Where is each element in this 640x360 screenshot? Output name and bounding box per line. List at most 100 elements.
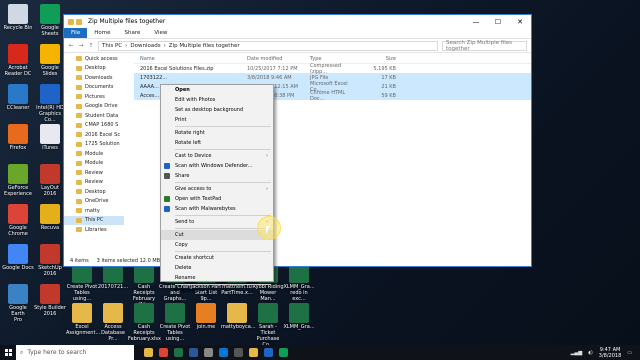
clock[interactable]: 9:47 AM 3/8/2018 xyxy=(599,347,621,359)
start-button[interactable] xyxy=(0,345,16,360)
nav-item[interactable]: 1725 Solution xyxy=(64,140,124,150)
taskbar-app-icon[interactable] xyxy=(234,348,243,357)
nav-item[interactable]: 2016 Excel Sc xyxy=(64,130,124,140)
nav-item[interactable]: Module xyxy=(64,149,124,159)
back-arrow-icon[interactable]: ← xyxy=(68,43,74,49)
menu-item[interactable]: Cut xyxy=(161,230,273,240)
tab-file[interactable]: File xyxy=(64,28,88,38)
nav-item[interactable]: CMAP 1680 S xyxy=(64,121,124,131)
table-row[interactable]: 2016 Excel Solutions Files.zip 10/25/2017… xyxy=(134,63,531,75)
nav-item[interactable]: matty xyxy=(64,206,124,216)
menu-item[interactable]: Copy xyxy=(161,240,273,250)
search-input[interactable]: Search Zip Multiple files together xyxy=(442,40,527,52)
desktop-icon[interactable]: 20170721... xyxy=(97,263,129,290)
taskbar-app-icon[interactable] xyxy=(219,348,228,357)
menu-item[interactable]: Properties xyxy=(161,286,273,296)
column-name[interactable]: Name xyxy=(134,56,247,62)
nav-item[interactable]: Review xyxy=(64,168,124,178)
breadcrumb-root[interactable]: This PC xyxy=(102,43,122,49)
nav-item[interactable]: Libraries xyxy=(64,225,124,235)
desktop-icon[interactable]: XLMM_Gra... xyxy=(283,303,315,330)
nav-item[interactable]: Student Data xyxy=(64,111,124,121)
desktop-icon[interactable]: SketchUp 2016 xyxy=(34,244,66,277)
desktop-icon[interactable]: Google Earth Pro xyxy=(2,284,34,323)
desktop-icon[interactable]: XLMM_Gra... redo in exc... xyxy=(283,263,315,302)
notifications-icon[interactable]: ▭ xyxy=(627,350,632,356)
folder-icon[interactable] xyxy=(68,18,74,25)
menu-item[interactable]: Create shortcut xyxy=(161,253,273,263)
menu-item[interactable]: Rename xyxy=(161,273,273,283)
desktop-icon[interactable]: CCleaner xyxy=(2,84,34,111)
menu-item[interactable]: Open with TextPad xyxy=(161,194,273,204)
desktop-icon[interactable]: Google Slides xyxy=(34,44,66,77)
taskbar-app-icon[interactable] xyxy=(249,348,258,357)
desktop-icon[interactable]: LayOut 2016 xyxy=(34,164,66,197)
maximize-button[interactable]: ☐ xyxy=(487,18,509,26)
properties-icon[interactable] xyxy=(76,18,82,25)
up-arrow-icon[interactable]: ↑ xyxy=(88,43,94,49)
desktop-icon[interactable]: Google Sheets xyxy=(34,4,66,37)
tab-view[interactable]: View xyxy=(147,28,174,38)
nav-item[interactable]: Quick access xyxy=(64,54,124,64)
desktop-icon[interactable]: Intel(R) HD Graphics Co... xyxy=(34,84,66,123)
menu-item[interactable]: Share xyxy=(161,171,273,181)
desktop-icon[interactable]: Excel Assignment... xyxy=(66,303,100,336)
nav-item[interactable]: Documents xyxy=(64,83,124,93)
column-date[interactable]: Date modified xyxy=(247,56,310,62)
forward-arrow-icon[interactable]: → xyxy=(78,43,84,49)
nav-item[interactable]: This PC xyxy=(64,215,124,225)
minimize-button[interactable]: — xyxy=(465,18,487,26)
tab-home[interactable]: Home xyxy=(87,28,117,38)
menu-item[interactable]: Set as desktop background xyxy=(161,105,273,115)
network-icon[interactable]: ▂▄▆ xyxy=(571,350,583,356)
desktop-icon[interactable]: mattyboyca... xyxy=(221,303,256,330)
menu-item[interactable]: Rotate right xyxy=(161,128,273,138)
desktop-icon[interactable]: GeForce Experience xyxy=(2,164,34,197)
taskbar-app-icon[interactable] xyxy=(159,348,168,357)
taskbar-app-icon[interactable] xyxy=(189,348,198,357)
menu-item[interactable]: Give access to › xyxy=(161,184,273,194)
breadcrumb-current[interactable]: Zip Multiple files together xyxy=(169,43,240,49)
column-size[interactable]: Size xyxy=(356,56,396,62)
menu-item[interactable]: Cast to Device › xyxy=(161,151,273,161)
desktop-icon[interactable]: Recycle Bin xyxy=(2,4,34,31)
desktop-icon[interactable]: Sarah - Ticket Purchase Co... xyxy=(252,303,284,348)
desktop-icon[interactable]: Style Builder 2016 xyxy=(34,284,66,317)
nav-item[interactable]: Desktop xyxy=(64,187,124,197)
nav-item[interactable]: OneDrive xyxy=(64,197,124,207)
taskbar-app-icon[interactable] xyxy=(144,348,153,357)
breadcrumb-downloads[interactable]: Downloads xyxy=(130,43,160,49)
nav-item[interactable]: Review xyxy=(64,178,124,188)
desktop-icon[interactable]: join.me xyxy=(190,303,222,330)
close-button[interactable]: ✕ xyxy=(509,18,531,26)
desktop-icon[interactable]: Cash Receipts February (1)... xyxy=(128,263,160,308)
menu-item[interactable]: Open xyxy=(161,85,273,95)
tab-share[interactable]: Share xyxy=(117,28,147,38)
desktop-icon[interactable]: Firefox xyxy=(2,124,34,151)
desktop-icon[interactable]: Access Database Pr... xyxy=(97,303,129,342)
desktop-icon[interactable]: Recuva xyxy=(34,204,66,231)
taskbar-app-icon[interactable] xyxy=(264,348,273,357)
taskbar-app-icon[interactable] xyxy=(204,348,213,357)
nav-item[interactable]: Google Drive xyxy=(64,102,124,112)
volume-icon[interactable]: ◖) xyxy=(588,350,593,356)
menu-item[interactable]: Delete xyxy=(161,263,273,273)
address-bar[interactable]: This PC › Downloads › Zip Multiple files t… xyxy=(98,40,438,51)
menu-item[interactable]: Print xyxy=(161,115,273,125)
menu-item[interactable]: Edit with Photos xyxy=(161,95,273,105)
menu-item[interactable]: Scan with Malwarebytes xyxy=(161,204,273,214)
nav-item[interactable]: Desktop xyxy=(64,64,124,74)
taskbar-search[interactable]: ⌕ Type here to search xyxy=(16,345,134,360)
taskbar-app-icon[interactable] xyxy=(279,348,288,357)
desktop-icon[interactable]: Acrobat Reader DC xyxy=(2,44,34,77)
desktop-icon[interactable]: Google Chrome xyxy=(2,204,34,237)
menu-item[interactable]: Rotate left xyxy=(161,138,273,148)
desktop-icon[interactable]: Create Pivot Tables using... xyxy=(159,303,191,342)
menu-item[interactable]: Scan with Windows Defender... xyxy=(161,161,273,171)
nav-item[interactable]: Downloads xyxy=(64,73,124,83)
desktop-icon[interactable]: Cash Receipts February.xlsx xyxy=(128,303,161,342)
desktop-icon[interactable]: Create Pivot Tables using... xyxy=(66,263,98,302)
taskbar-app-icon[interactable] xyxy=(174,348,183,357)
column-type[interactable]: Type xyxy=(310,56,356,62)
nav-item[interactable]: Module xyxy=(64,159,124,169)
